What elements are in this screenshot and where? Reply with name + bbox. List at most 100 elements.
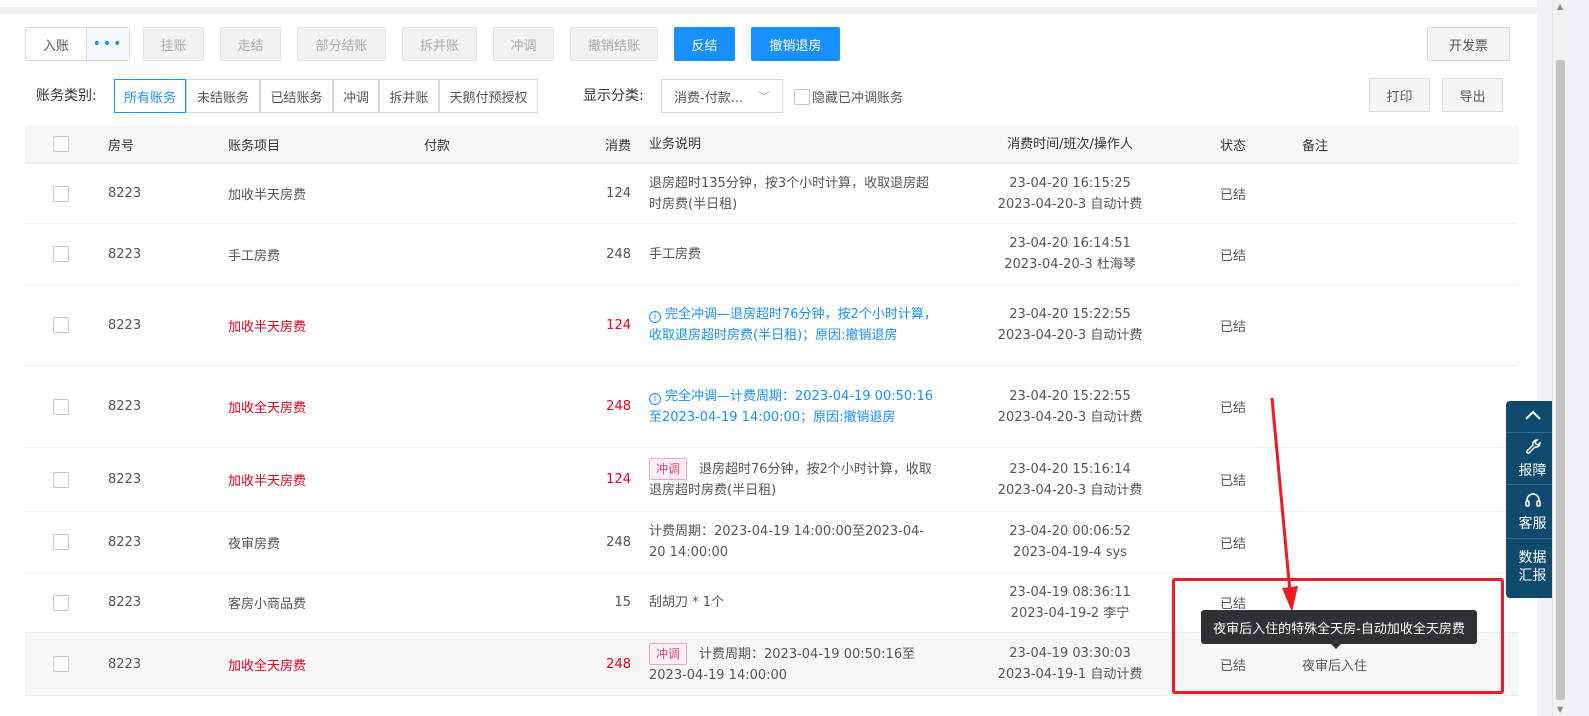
info-icon: i [649,311,661,323]
split-merge-button[interactable]: 拆并账 [402,27,477,61]
time-shift-operator: 23-04-20 16:15:25 2023-04-20-3 自动计费 [980,164,1160,223]
description-text: 手工房费 [649,246,702,262]
description-text: 计费周期：2023-04-19 00:50:16至2023-04-19 14:0… [649,646,916,683]
table-row[interactable]: 8223 加收半天房费 124 冲调 退房超时76分钟，按2个小时计算，收取退房超时房费… [25,448,1518,512]
invoice-button[interactable]: 开发票 [1427,27,1510,61]
table-header: 房号 账务项目 付款 消费 业务说明 消费时间/班次/操作人 状态 备注 [25,125,1518,164]
account-item: 夜审房费 [228,536,281,552]
select-all-checkbox[interactable] [53,136,69,152]
header-payment: 付款 [424,138,451,154]
category-unsettled[interactable]: 未结账务 [186,79,260,113]
time-line: 23-04-19 08:36:11 [1009,584,1131,600]
account-item: 客房小商品费 [228,597,307,612]
hide-reversed-label: 隐藏已冲调账务 [812,91,904,106]
row-checkbox[interactable] [53,471,69,488]
category-preauth[interactable]: 天鹅付预授权 [439,79,538,113]
row-checkbox[interactable] [53,656,69,672]
row-checkbox[interactable] [53,398,69,415]
row-checkbox[interactable] [53,594,69,611]
row-checkbox[interactable] [53,317,69,333]
headset-icon [1524,491,1542,513]
amount: 248 [606,656,631,672]
category-settled[interactable]: 已结账务 [260,79,333,113]
header-description: 业务说明 [649,136,702,152]
category-split-merge[interactable]: 拆并账 [379,79,439,113]
description-text: 刮胡刀 * 1个 [649,595,725,610]
scroll-down-arrow-icon[interactable]: ▼ [1557,705,1563,714]
amount: 124 [606,186,631,201]
more-options-button[interactable]: ••• [86,28,129,60]
row-checkbox[interactable] [53,185,69,202]
header-note: 备注 [1302,138,1329,154]
description-text: 退房超时135分钟，按3个小时计算，收取退房超时房费(半日租) [649,175,930,212]
tooltip-text: 夜审后入住的特殊全天房-自动加收全天房费 [1213,621,1465,637]
table-row[interactable]: 8223 加收半天房费 124 i 完全冲调—退房超时76分钟，按2个小时计算，收取退房… [25,285,1518,366]
report-issue-label: 报障 [1518,462,1547,479]
status: 已结 [1220,248,1247,264]
description-text: 完全冲调—计费周期：2023-04-19 00:50:16至2023-04-19… [649,388,934,425]
scrollbar-thumb[interactable] [1556,60,1565,700]
scroll-up-arrow-icon[interactable]: ▲ [1557,2,1563,11]
status: 已结 [1220,474,1247,489]
post-button[interactable]: 入账 [26,28,86,60]
cancel-checkout-room-button[interactable]: 撤销退房 [751,27,840,61]
time-shift-operator: 23-04-20 15:22:55 2023-04-20-3 自动计费 [980,285,1160,365]
top-strip [0,0,1537,7]
time-shift-operator: 23-04-20 00:06:52 2023-04-19-4 sys [980,512,1160,572]
shift-operator-line: 2023-04-19-2 李宁 [1010,605,1130,621]
reverse-checkout-button[interactable]: 反结 [674,27,735,61]
account-item: 加收全天房费 [228,401,307,416]
checkbox-box[interactable] [794,88,810,105]
time-line: 23-04-20 00:06:52 [1009,524,1131,539]
description-text: 退房超时76分钟，按2个小时计算，收取退房超时房费(半日租) [649,462,932,498]
shift-operator-line: 2023-04-20-3 自动计费 [997,482,1143,498]
header-amount: 消费 [604,138,631,154]
cancel-checkout-disabled-button[interactable]: 撤销结账 [570,27,658,61]
time-line: 23-04-19 03:30:03 [1009,646,1131,661]
time-shift-operator: 23-04-20 15:16:14 2023-04-20-3 自动计费 [980,448,1160,511]
data-report-label: 数据汇报 [1518,550,1547,584]
table-row[interactable]: 8223 加收半天房费 124 退房超时135分钟，按3个小时计算，收取退房超时房费(… [25,164,1518,224]
status: 已结 [1220,319,1247,335]
shift-operator-line: 2023-04-19-1 自动计费 [997,667,1143,682]
description: 退房超时135分钟，按3个小时计算，收取退房超时房费(半日租) [649,164,939,223]
table-row[interactable]: 8223 加收全天房费 248 i 完全冲调—计费周期：2023-04-19 00:50… [25,366,1518,448]
hang-account-button[interactable]: 挂账 [143,27,204,61]
table-row[interactable]: 8223 夜审房费 248 计费周期：2023-04-19 14:00:00至2023… [25,512,1518,573]
room-number: 8223 [108,186,142,201]
time-line: 23-04-20 16:14:51 [1009,236,1131,251]
account-item: 手工房费 [228,248,281,264]
category-all[interactable]: 所有账务 [114,79,186,113]
status: 已结 [1220,536,1247,552]
shift-operator-line: 2023-04-20-3 杜海琴 [1004,257,1136,272]
vertical-scrollbar[interactable]: ▲ ▼ [1552,0,1568,716]
header-item: 账务项目 [228,138,281,154]
description: i 完全冲调—退房超时76分钟，按2个小时计算，收取退房超时房费(半日租)；原因:… [649,285,939,365]
adjust-button[interactable]: 冲调 [493,27,554,61]
export-button[interactable]: 导出 [1442,78,1503,112]
display-category-select[interactable]: 消费-付款... ﹀ [661,79,783,113]
description: 冲调 退房超时76分钟，按2个小时计算，收取退房超时房费(半日租) [649,448,939,511]
table-row[interactable]: 8223 手工房费 248 手工房费 23-04-20 16:14:51 2023-04-… [25,224,1518,285]
partial-checkout-button[interactable]: 部分结账 [297,27,386,61]
print-button[interactable]: 打印 [1369,78,1430,112]
row-checkbox[interactable] [53,246,69,262]
description: 手工房费 [649,224,939,284]
status: 已结 [1220,188,1247,203]
amount: 248 [606,534,631,550]
info-icon: i [649,392,661,405]
category-adjust[interactable]: 冲调 [333,79,379,113]
description-text: 计费周期：2023-04-19 14:00:00至2023-04-20 14:0… [649,524,925,560]
note-tooltip: 夜审后入住的特殊全天房-自动加收全天房费 [1201,610,1477,649]
chevron-up-icon [1524,409,1542,425]
time-shift-operator: 23-04-19 08:36:11 2023-04-19-2 李宁 [980,573,1160,632]
room-number: 8223 [108,472,142,487]
account-item: 加收半天房费 [228,188,307,203]
shift-operator-line: 2023-04-20-3 自动计费 [997,328,1143,343]
hide-reversed-checkbox[interactable]: 隐藏已冲调账务 [794,87,903,106]
walk-checkout-button[interactable]: 走结 [220,27,281,61]
post-split-button[interactable]: 入账 ••• [25,27,130,61]
header-time: 消费时间/班次/操作人 [1007,136,1133,152]
row-checkbox[interactable] [53,534,69,550]
header-room: 房号 [108,138,135,154]
